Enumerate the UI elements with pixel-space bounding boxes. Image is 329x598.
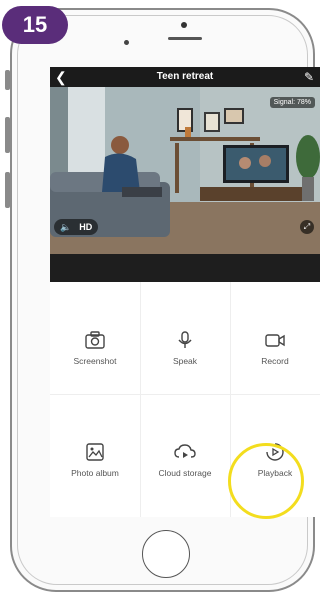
front-camera <box>124 40 129 45</box>
quality-toggle[interactable]: HD <box>79 222 92 232</box>
grid-divider <box>50 394 320 395</box>
header-bar: ❮ Teen retreat ✎ <box>50 67 320 87</box>
speak-button[interactable]: Speak <box>140 330 230 390</box>
record-label: Record <box>261 356 289 366</box>
image-icon <box>86 443 104 461</box>
page-title: Teen retreat <box>156 71 214 82</box>
fullscreen-icon[interactable]: ⤢ <box>300 220 314 234</box>
photo-album-button[interactable]: Photo album <box>50 442 140 502</box>
proximity-sensor <box>181 22 187 28</box>
speak-label: Speak <box>172 356 198 366</box>
record-button[interactable]: Record <box>230 330 320 390</box>
cloud-storage-label: Cloud storage <box>158 468 212 478</box>
signal-indicator: Signal: 78% <box>269 97 315 108</box>
video-controls: 🔈 HD <box>54 219 99 235</box>
side-button-mute <box>5 70 10 90</box>
camera-icon <box>85 331 105 349</box>
microphone-icon <box>178 331 192 348</box>
live-video[interactable]: Signal: 78% 🔈 HD ⤢ <box>50 87 320 307</box>
screenshot-label: Screenshot <box>73 356 117 366</box>
earpiece-speaker <box>168 37 202 40</box>
side-button-volume-down <box>5 172 10 208</box>
step-badge: 15 <box>2 6 68 44</box>
screenshot-button[interactable]: Screenshot <box>50 330 140 390</box>
side-button-volume-up <box>5 117 10 153</box>
home-button[interactable] <box>142 530 190 578</box>
playback-highlight-ring <box>228 443 304 519</box>
photo-album-label: Photo album <box>71 468 119 478</box>
cloud-storage-button[interactable]: Cloud storage <box>140 442 230 502</box>
pencil-icon[interactable]: ✎ <box>304 70 314 84</box>
video-camera-icon <box>265 334 285 347</box>
cloud-play-icon <box>174 444 196 458</box>
speaker-icon[interactable]: 🔈 <box>60 222 71 233</box>
